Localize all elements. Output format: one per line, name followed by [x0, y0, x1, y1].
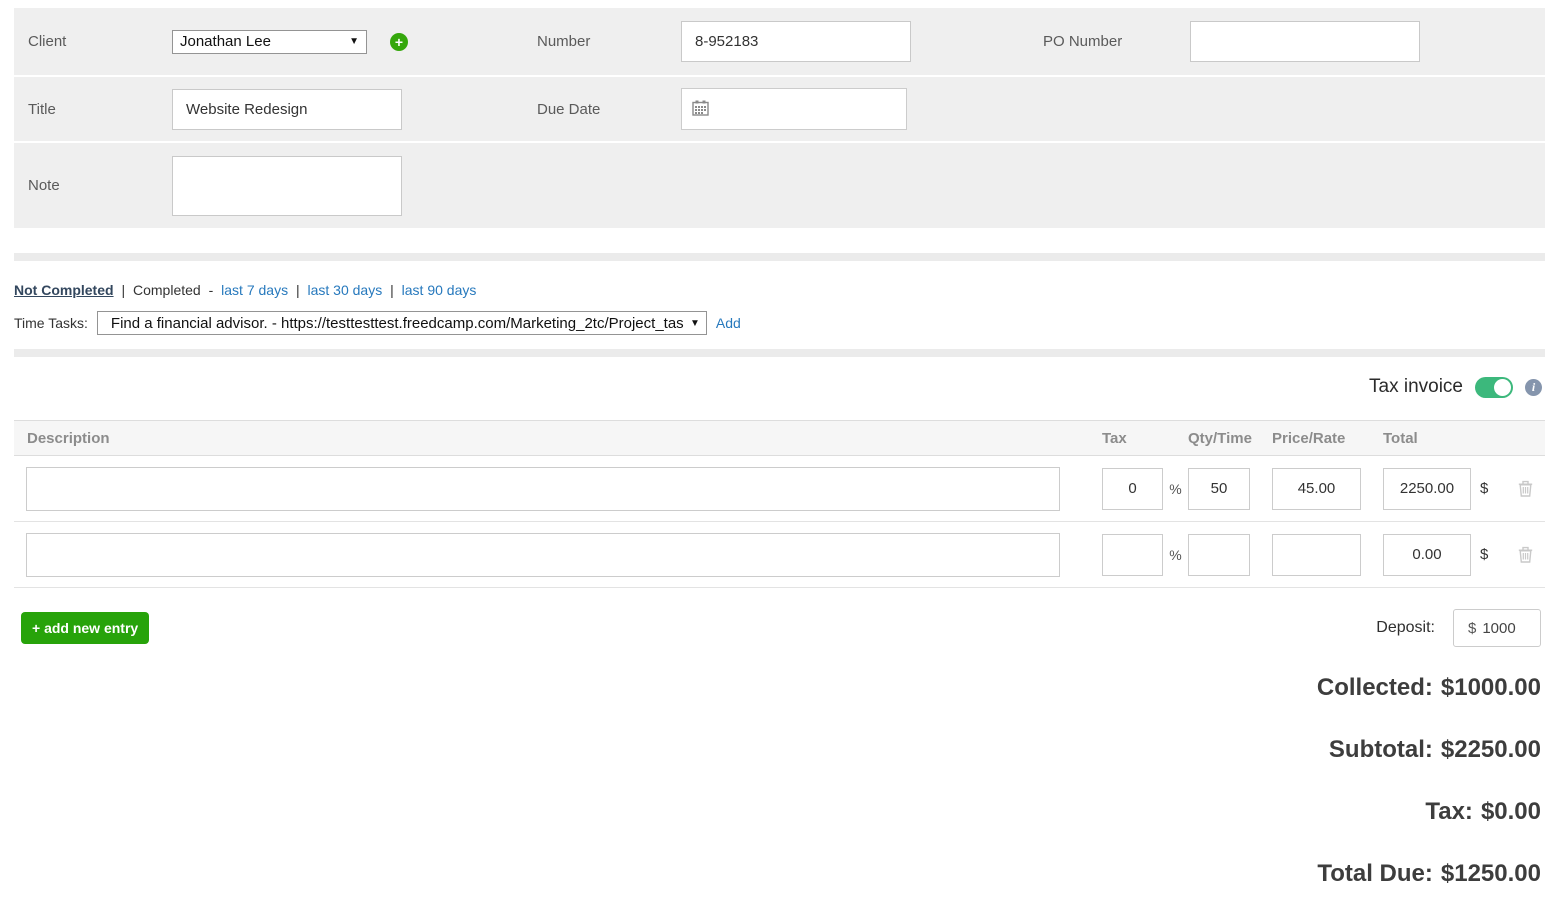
chevron-down-icon: ▼ — [690, 318, 700, 329]
invoice-items-table: Description Tax Qty/Time Price/Rate Tota… — [14, 420, 1545, 588]
time-tasks-select[interactable]: Find a financial advisor. - https://test… — [97, 311, 707, 335]
deposit-currency: $ — [1468, 620, 1476, 637]
tax-invoice-toggle[interactable] — [1475, 377, 1513, 398]
trash-icon — [1518, 546, 1533, 563]
filter-separator: | — [296, 282, 300, 298]
deposit-value: 1000 — [1482, 620, 1515, 637]
section-divider-top — [14, 253, 1545, 261]
filter-completed-label: Completed — [133, 282, 201, 298]
subtotal-value: $2250.00 — [1441, 736, 1541, 763]
description-input[interactable] — [26, 467, 1060, 511]
chevron-down-icon: ▼ — [349, 36, 359, 47]
client-selected-value: Jonathan Lee — [180, 33, 271, 50]
price-rate-input[interactable] — [1272, 468, 1361, 510]
qty-time-input[interactable] — [1188, 534, 1250, 576]
tax-value: $0.00 — [1481, 798, 1541, 825]
calendar-icon — [692, 100, 709, 119]
due-date-label: Due Date — [537, 101, 681, 118]
time-tasks-selected-value: Find a financial advisor. - https://test… — [111, 315, 684, 332]
po-number-label: PO Number — [1043, 33, 1190, 50]
filter-separator: | — [121, 282, 125, 298]
toggle-knob — [1494, 379, 1511, 396]
qty-time-input[interactable] — [1188, 468, 1250, 510]
title-input[interactable] — [172, 89, 402, 130]
total-due: Total Due: $1250.00 — [0, 862, 1541, 886]
dollar-sign: $ — [1473, 546, 1505, 563]
form-row-3: Note — [14, 143, 1545, 228]
number-label: Number — [537, 33, 681, 50]
time-tasks-label: Time Tasks: — [14, 315, 88, 331]
form-row-2: Title Due Date — [14, 77, 1545, 141]
filter-last-90-days-link[interactable]: last 90 days — [402, 282, 477, 298]
filter-dash: - — [209, 282, 214, 298]
collected-value: $1000.00 — [1441, 674, 1541, 701]
item-row-1: % $ — [14, 456, 1545, 522]
header-price-rate: Price/Rate — [1272, 430, 1383, 447]
header-total: Total — [1383, 430, 1473, 447]
filter-last-7-days-link[interactable]: last 7 days — [221, 282, 288, 298]
total-input[interactable] — [1383, 468, 1471, 510]
info-icon[interactable]: i — [1525, 379, 1542, 396]
percent-sign: % — [1163, 481, 1188, 497]
percent-sign: % — [1163, 547, 1188, 563]
dollar-sign: $ — [1473, 480, 1505, 497]
collected-total: Collected: $1000.00 — [0, 676, 1541, 700]
total-due-value: $1250.00 — [1441, 860, 1541, 887]
item-row-2: % $ — [14, 522, 1545, 588]
header-tax: Tax — [1102, 430, 1163, 447]
deposit-label: Deposit: — [1376, 619, 1435, 637]
subtotal: Subtotal: $2250.00 — [0, 738, 1541, 762]
tax-total: Tax: $0.00 — [0, 800, 1541, 824]
table-footer-row: + add new entry Deposit: $ 1000 — [21, 609, 1541, 647]
price-rate-input[interactable] — [1272, 534, 1361, 576]
deposit-input[interactable]: $ 1000 — [1453, 609, 1541, 647]
total-due-label: Total Due: — [1317, 860, 1433, 887]
add-new-entry-button[interactable]: + add new entry — [21, 612, 149, 644]
note-label: Note — [14, 177, 172, 194]
task-filters: Not Completed | Completed - last 7 days … — [14, 282, 1559, 298]
client-select[interactable]: Jonathan Lee ▼ — [172, 30, 367, 54]
note-textarea[interactable] — [172, 156, 402, 216]
form-row-1: Client Jonathan Lee ▼ + Number PO Number — [14, 8, 1545, 75]
time-tasks-add-link[interactable]: Add — [716, 315, 741, 331]
collected-label: Collected: — [1317, 674, 1433, 701]
po-number-input[interactable] — [1190, 21, 1420, 62]
total-input[interactable] — [1383, 534, 1471, 576]
tax-invoice-row: Tax invoice i — [0, 376, 1542, 398]
description-input[interactable] — [26, 533, 1060, 577]
tax-input[interactable] — [1102, 534, 1163, 576]
trash-icon — [1518, 480, 1533, 497]
client-label: Client — [14, 33, 172, 50]
tax-label: Tax: — [1425, 798, 1473, 825]
filter-separator: | — [390, 282, 394, 298]
time-tasks-row: Time Tasks: Find a financial advisor. - … — [14, 311, 1559, 335]
delete-row-button[interactable] — [1518, 480, 1533, 497]
items-table-header: Description Tax Qty/Time Price/Rate Tota… — [14, 420, 1545, 456]
delete-row-button[interactable] — [1518, 546, 1533, 563]
header-qty-time: Qty/Time — [1188, 430, 1272, 447]
invoice-form: Client Jonathan Lee ▼ + Number PO Number… — [14, 8, 1545, 228]
tax-input[interactable] — [1102, 468, 1163, 510]
tax-invoice-label: Tax invoice — [1369, 376, 1463, 398]
due-date-input[interactable] — [681, 88, 907, 130]
filter-last-30-days-link[interactable]: last 30 days — [308, 282, 383, 298]
totals-summary: Collected: $1000.00 Subtotal: $2250.00 Tax… — [0, 676, 1541, 886]
add-client-icon[interactable]: + — [390, 33, 408, 51]
header-description: Description — [14, 430, 1102, 447]
number-input[interactable] — [681, 21, 911, 62]
deposit-group: Deposit: $ 1000 — [1376, 609, 1541, 647]
title-label: Title — [14, 101, 172, 118]
subtotal-label: Subtotal: — [1329, 736, 1433, 763]
filter-not-completed-link[interactable]: Not Completed — [14, 282, 114, 298]
section-divider-middle — [14, 349, 1545, 357]
